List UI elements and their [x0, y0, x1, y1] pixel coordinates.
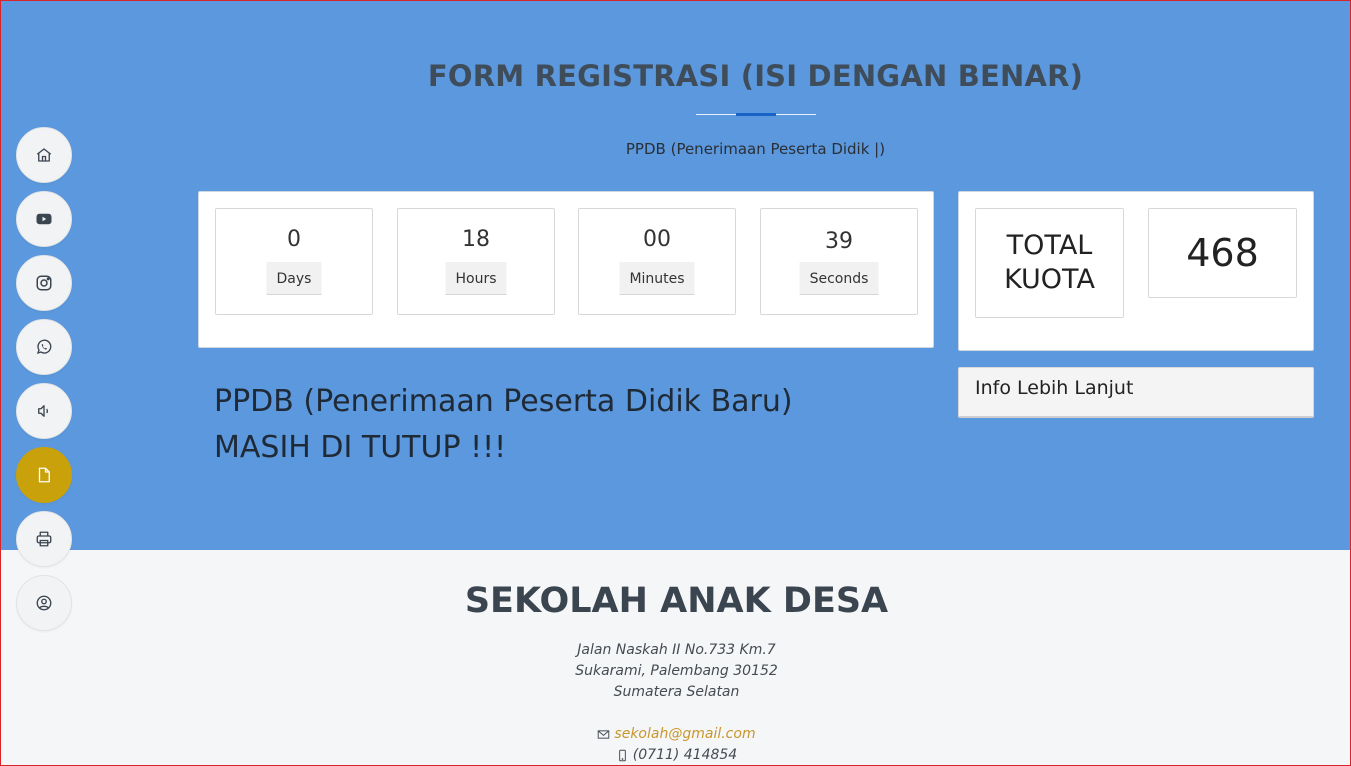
- home-button[interactable]: [16, 127, 72, 183]
- phone-icon: [618, 749, 626, 761]
- notice-line-2: MASIH DI TUTUP !!!: [214, 430, 507, 465]
- countdown-hours-label: Hours: [445, 262, 507, 295]
- instagram-button[interactable]: [16, 255, 72, 311]
- phone-contact: (0711) 414854: [1, 747, 1351, 763]
- whatsapp-icon: [36, 339, 52, 355]
- countdown-seconds: 39 Seconds: [760, 208, 918, 315]
- instagram-icon: [36, 275, 52, 291]
- envelope-icon: [598, 729, 610, 739]
- youtube-button[interactable]: [16, 191, 72, 247]
- email-link[interactable]: sekolah@gmail.com: [614, 726, 755, 742]
- email-contact: sekolah@gmail.com: [1, 726, 1351, 742]
- notice-line-1: PPDB (Penerimaan Peserta Didik Baru): [214, 384, 793, 419]
- school-name: SEKOLAH ANAK DESA: [464, 581, 889, 621]
- countdown-minutes: 00 Minutes: [578, 208, 736, 315]
- speaker-button[interactable]: [16, 383, 72, 439]
- registration-closed-notice: PPDB (Penerimaan Peserta Didik Baru) MAS…: [214, 379, 914, 471]
- info-lebih-lanjut[interactable]: Info Lebih Lanjut: [958, 367, 1314, 418]
- page-subtitle: PPDB (Penerimaan Peserta Didik |): [625, 140, 886, 158]
- home-icon: [36, 148, 52, 162]
- printer-icon: [36, 531, 52, 547]
- countdown-minutes-value: 00: [643, 227, 671, 252]
- address-line-3: Sumatera Selatan: [613, 684, 740, 700]
- print-button[interactable]: [16, 511, 72, 567]
- youtube-icon: [36, 213, 52, 225]
- countdown-days-value: 0: [287, 227, 301, 252]
- document-icon: [38, 467, 50, 483]
- countdown-card: 0 Days 18 Hours 00 Minutes 39 Seconds: [198, 191, 934, 348]
- document-button[interactable]: [16, 447, 72, 503]
- hero-section: FORM REGISTRASI (ISI DENGAN BENAR) PPDB …: [1, 1, 1350, 550]
- address-line-1: Jalan Naskah II No.733 Km.7: [577, 642, 776, 658]
- phone-number: (0711) 414854: [632, 747, 738, 763]
- whatsapp-button[interactable]: [16, 319, 72, 375]
- title-divider-accent: [736, 113, 776, 116]
- address-line-2: Sukarami, Palembang 30152: [575, 663, 778, 679]
- countdown-days: 0 Days: [215, 208, 373, 315]
- total-kuota-value: 468: [1148, 208, 1297, 298]
- page-title: FORM REGISTRASI (ISI DENGAN BENAR): [427, 59, 1084, 93]
- countdown-days-label: Days: [266, 262, 322, 295]
- countdown-seconds-value: 39: [825, 229, 853, 254]
- speaker-icon: [38, 405, 49, 417]
- kuota-card: TOTAL KUOTA 468: [958, 191, 1314, 351]
- countdown-hours-value: 18: [462, 227, 490, 252]
- countdown-hours: 18 Hours: [397, 208, 555, 315]
- total-kuota-label: TOTAL KUOTA: [975, 208, 1124, 318]
- countdown-minutes-label: Minutes: [619, 262, 695, 295]
- countdown-seconds-label: Seconds: [799, 262, 879, 295]
